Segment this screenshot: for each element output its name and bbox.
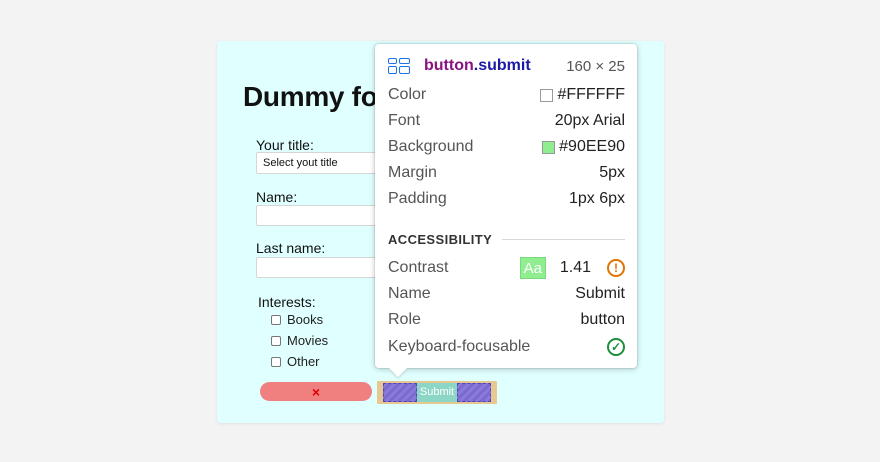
padding-overlay-left bbox=[383, 383, 417, 402]
element-size: 160 × 25 bbox=[566, 57, 625, 75]
page-title: Dummy fo bbox=[243, 81, 378, 112]
interests-label: Interests: bbox=[258, 294, 316, 310]
checkbox-label: Books bbox=[287, 312, 324, 327]
name-input[interactable] bbox=[256, 205, 386, 226]
grid-layout-icon bbox=[388, 58, 410, 74]
color-swatch bbox=[540, 88, 554, 102]
row-label: Name bbox=[388, 285, 431, 302]
checkbox[interactable] bbox=[271, 356, 281, 367]
last-name-input[interactable] bbox=[256, 257, 386, 278]
last-name-label: Last name: bbox=[256, 240, 326, 256]
row-value: #FFFFFF bbox=[540, 86, 625, 104]
divider bbox=[502, 238, 625, 240]
background-swatch bbox=[542, 140, 556, 154]
tooltip-arrow bbox=[389, 368, 407, 377]
row-value: 1px 6px bbox=[568, 190, 625, 207]
contrast-ratio: 1.41 bbox=[559, 259, 591, 276]
interest-other[interactable]: Other bbox=[271, 354, 320, 369]
submit-button-highlight[interactable]: Submit bbox=[377, 381, 497, 404]
padding-overlay-right bbox=[457, 383, 491, 402]
row-label: Color bbox=[388, 86, 427, 103]
row-value: button bbox=[580, 311, 625, 328]
submit-button-label: Submit bbox=[419, 386, 455, 398]
row-label: Padding bbox=[388, 190, 447, 207]
row-font: Font 20px Arial bbox=[388, 110, 625, 132]
screen: Dummy fo Your title: Select yout title N… bbox=[0, 0, 880, 462]
row-padding: Padding 1px 6px bbox=[388, 188, 625, 210]
checkbox-label: Movies bbox=[287, 333, 329, 348]
checkbox[interactable] bbox=[271, 314, 281, 325]
accessibility-section-title: ACCESSIBILITY bbox=[388, 231, 625, 247]
row-label: Background bbox=[388, 138, 474, 155]
row-value: 5px bbox=[599, 164, 625, 181]
submit-button[interactable]: Submit bbox=[383, 383, 491, 402]
row-role: Role button bbox=[388, 309, 625, 331]
interest-books[interactable]: Books bbox=[271, 312, 323, 327]
name-label: Name: bbox=[256, 189, 298, 205]
reset-button[interactable]: × bbox=[260, 382, 372, 401]
row-label: Role bbox=[388, 311, 421, 328]
checkbox[interactable] bbox=[271, 335, 281, 346]
row-label: Font bbox=[388, 112, 421, 129]
row-value: #90EE90 bbox=[542, 138, 625, 156]
close-icon: × bbox=[311, 383, 321, 400]
title-select[interactable]: Select yout title bbox=[256, 152, 386, 174]
row-label: Margin bbox=[388, 164, 437, 181]
row-value: ✓ bbox=[607, 338, 625, 356]
row-value: Aa 1.41 ! bbox=[519, 257, 625, 279]
row-value: 20px Arial bbox=[554, 112, 625, 129]
element-tag: button bbox=[424, 57, 474, 74]
inspect-tooltip: button .submit 160 × 25 Color #FFFFFF Fo… bbox=[375, 44, 637, 377]
row-color: Color #FFFFFF bbox=[388, 84, 625, 106]
row-label: Contrast bbox=[388, 259, 449, 276]
check-circle-icon: ✓ bbox=[607, 338, 625, 356]
row-keyboard-focusable: Keyboard-focusable ✓ bbox=[388, 336, 625, 358]
warning-icon: ! bbox=[607, 259, 625, 277]
checkbox-label: Other bbox=[287, 354, 320, 369]
tooltip-header: button .submit 160 × 25 bbox=[388, 56, 625, 76]
color-value: #FFFFFF bbox=[557, 86, 625, 103]
row-label: Keyboard-focusable bbox=[388, 338, 531, 355]
row-background: Background #90EE90 bbox=[388, 136, 625, 158]
row-value: Submit bbox=[575, 285, 625, 302]
background-value: #90EE90 bbox=[559, 138, 625, 155]
interest-movies[interactable]: Movies bbox=[271, 333, 328, 348]
row-name: Name Submit bbox=[388, 283, 625, 305]
contrast-sample-badge: Aa bbox=[519, 257, 546, 279]
title-label: Your title: bbox=[256, 137, 314, 153]
row-margin: Margin 5px bbox=[388, 162, 625, 184]
row-contrast: Contrast Aa 1.41 ! bbox=[388, 257, 625, 279]
element-class: .submit bbox=[473, 57, 531, 74]
